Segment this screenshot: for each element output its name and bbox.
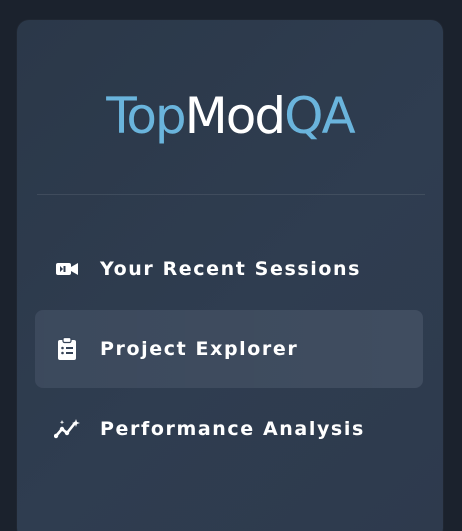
chart-line-icon [53,415,81,443]
brand-logo-top: Top [106,87,186,145]
sidebar-item-label: Performance Analysis [100,418,365,440]
brand-logo-qa: QA [284,87,356,145]
brand-logo[interactable]: TopModQA [17,86,443,146]
sidebar-nav: Your Recent Sessions Project Explorer Pe… [35,230,423,470]
sidebar-divider [37,194,425,195]
sidebar: TopModQA Your Recent Sessions Project Ex… [17,20,443,531]
clipboard-list-icon [53,335,81,363]
sidebar-item-project-explorer[interactable]: Project Explorer [35,310,423,388]
sidebar-item-recent-sessions[interactable]: Your Recent Sessions [35,230,423,308]
sidebar-item-label: Your Recent Sessions [100,258,362,280]
sidebar-item-label: Project Explorer [100,338,299,360]
video-camera-icon [53,255,81,283]
app-page: TopModQA Your Recent Sessions Project Ex… [0,0,462,531]
sidebar-item-performance-analysis[interactable]: Performance Analysis [35,390,423,468]
brand-logo-mod: Mod [184,87,286,145]
